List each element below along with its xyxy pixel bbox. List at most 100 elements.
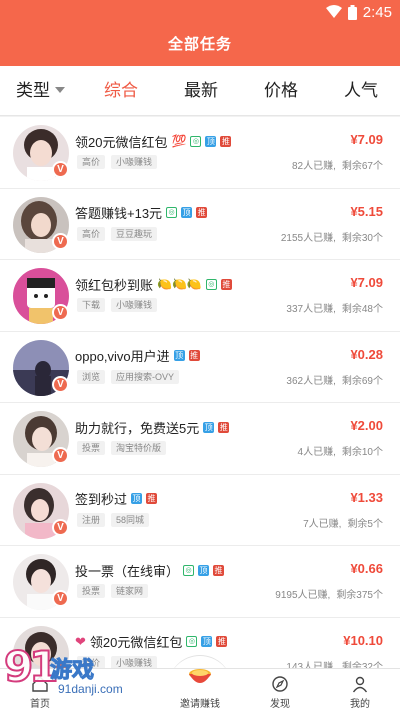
pinned-tag: 顶: [173, 350, 185, 361]
task-title-row: 领20元微信红包 💯 ◎ 顶 推: [75, 132, 232, 150]
watermark-url: 91danji.com: [58, 682, 123, 696]
task-price: ¥2.00: [350, 418, 383, 433]
task-remaining: 剩余5个: [347, 518, 383, 530]
pinned-tag: 顶: [201, 636, 213, 647]
task-price: ¥5.15: [350, 203, 383, 219]
verified-badge: V: [52, 447, 69, 464]
watermark-text: 游戏: [49, 657, 95, 683]
pinned-tag: 顶: [198, 564, 210, 576]
recommended-tag: 推: [218, 421, 230, 433]
task-emoji: 🍋🍋🍋: [157, 277, 202, 291]
task-earned-count: 9195人已赚,: [275, 590, 331, 601]
verified-badge: V: [52, 590, 69, 607]
filter-bar: 类型 综合 最新 价格 人气: [0, 66, 400, 116]
task-earned-count: 7人已赚,: [303, 518, 342, 530]
task-title: 答题赚钱+13元: [75, 206, 163, 221]
compass-icon: [272, 676, 288, 692]
recommended-tag: 推: [220, 278, 232, 290]
app-header: 2:45 全部任务: [0, 0, 400, 66]
task-category-chip: 浏览: [77, 369, 106, 384]
guarantee-tag-icon: ◎: [190, 135, 202, 147]
task-stats: 9195人已赚, 剩余375个: [275, 586, 383, 601]
pinned-tag: 顶: [181, 207, 193, 218]
invite-pot-icon[interactable]: [185, 662, 215, 692]
wifi-icon: [325, 5, 342, 18]
task-category-chip: 注册: [77, 512, 106, 527]
pinned-tag: 顶: [203, 421, 215, 433]
task-price: ¥0.66: [350, 561, 383, 576]
task-title: 助力就行，免费送5元: [75, 420, 200, 436]
task-item[interactable]: V 投一票（在线审） ◎ 顶 推 ¥0.66 投票 链家网 9195人已赚, 剩余…: [0, 546, 400, 618]
task-title-row: oppo,vivo用户进 顶 推: [75, 347, 200, 365]
task-item[interactable]: V 领20元微信红包 💯 ◎ 顶 推 ¥7.09 高价 小喙赚钱 82人已赚, 剩…: [0, 117, 400, 189]
task-chips: 高价 豆豆趣玩: [77, 226, 158, 241]
guarantee-tag-icon: ◎: [205, 278, 217, 290]
task-price: ¥7.09: [350, 275, 383, 290]
task-earned-count: 337人已赚,: [286, 304, 336, 315]
filter-popularity[interactable]: 人气: [344, 66, 378, 116]
tab-invite-label: 邀请赚钱: [180, 699, 220, 710]
task-remaining: 剩余67个: [341, 161, 383, 172]
filter-latest[interactable]: 最新: [184, 66, 218, 116]
verified-badge: V: [52, 375, 69, 393]
recommended-tag: 推: [213, 564, 225, 576]
recommended-tag: 推: [220, 135, 232, 147]
recommended-tag: 推: [146, 493, 158, 504]
filter-price[interactable]: 价格: [264, 66, 298, 116]
verified-badge: V: [52, 518, 69, 536]
task-stats: 7人已赚, 剩余5个: [303, 515, 383, 530]
tab-discover[interactable]: 发现: [240, 669, 320, 711]
person-icon: [352, 676, 368, 693]
task-source-chip: 淘宝特价版: [111, 441, 167, 455]
task-title: 领红包秒到账: [75, 277, 154, 293]
task-title-row: 答题赚钱+13元 ◎ 顶 推: [75, 204, 208, 222]
task-item[interactable]: V 领红包秒到账 🍋🍋🍋 ◎ 推 ¥7.09 下载 小喙赚钱 337人已赚, 剩余…: [0, 260, 400, 332]
task-source-chip: 豆豆趣玩: [111, 226, 158, 241]
task-title-row: 助力就行，免费送5元 顶 推: [75, 418, 230, 436]
task-source-chip: 链家网: [111, 584, 149, 598]
status-bar: 2:45: [325, 2, 392, 22]
task-category-chip: 投票: [77, 441, 106, 455]
status-time: 2:45: [362, 3, 392, 21]
task-chips: 下载 小喙赚钱: [77, 298, 158, 312]
task-chips: 注册 58同城: [77, 512, 150, 527]
filter-comprehensive[interactable]: 综合: [104, 66, 138, 116]
tab-me[interactable]: 我的: [320, 669, 400, 711]
guarantee-tag-icon: ◎: [166, 207, 178, 218]
task-stats: 4人已赚, 剩余10个: [298, 443, 383, 458]
task-earned-count: 4人已赚,: [297, 447, 336, 458]
task-price: ¥1.33: [350, 489, 383, 505]
guarantee-tag-icon: ◎: [183, 564, 195, 576]
watermark-logo: 91: [3, 641, 60, 692]
task-remaining: 剩余30个: [341, 232, 383, 244]
task-remaining: 剩余48个: [341, 304, 383, 315]
task-remaining: 剩余69个: [341, 375, 383, 387]
task-chips: 投票 淘宝特价版: [77, 441, 167, 455]
verified-badge: V: [52, 304, 69, 321]
task-source-chip: 小喙赚钱: [111, 298, 158, 312]
task-title: 签到秒过: [75, 492, 128, 507]
task-item[interactable]: V 答题赚钱+13元 ◎ 顶 推 ¥5.15 高价 豆豆趣玩 2155人已赚, 剩…: [0, 188, 400, 260]
recommended-tag: 推: [216, 636, 228, 647]
task-category-chip: 高价: [77, 226, 106, 241]
task-chips: 浏览 应用搜索-OVY: [77, 369, 180, 384]
dropdown-caret-icon: [55, 87, 65, 93]
task-source-chip: 58同城: [111, 512, 150, 527]
tab-discover-label: 发现: [270, 699, 290, 710]
task-remaining: 剩余375个: [336, 590, 383, 601]
verified-badge: V: [52, 232, 69, 250]
task-item[interactable]: V 签到秒过 顶 推 ¥1.33 注册 58同城 7人已赚, 剩余5个: [0, 474, 400, 546]
task-title-row: 领红包秒到账 🍋🍋🍋 ◎ 推: [75, 275, 232, 293]
task-category-chip: 高价: [77, 155, 106, 169]
battery-icon: [347, 4, 357, 20]
task-price: ¥0.28: [350, 346, 383, 362]
page-title: 全部任务: [167, 36, 232, 53]
task-price: ¥7.09: [350, 132, 383, 147]
task-item[interactable]: V 助力就行，免费送5元 顶 推 ¥2.00 投票 淘宝特价版 4人已赚, 剩余1…: [0, 403, 400, 475]
task-item[interactable]: V oppo,vivo用户进 顶 推 ¥0.28 浏览 应用搜索-OVY 362…: [0, 331, 400, 403]
task-chips: 投票 链家网: [77, 584, 149, 598]
task-earned-count: 82人已赚,: [291, 161, 336, 172]
filter-type[interactable]: 类型: [16, 66, 65, 116]
task-category-chip: 投票: [77, 584, 106, 598]
task-list: V 领20元微信红包 💯 ◎ 顶 推 ¥7.09 高价 小喙赚钱 82人已赚, 剩…: [0, 117, 400, 689]
